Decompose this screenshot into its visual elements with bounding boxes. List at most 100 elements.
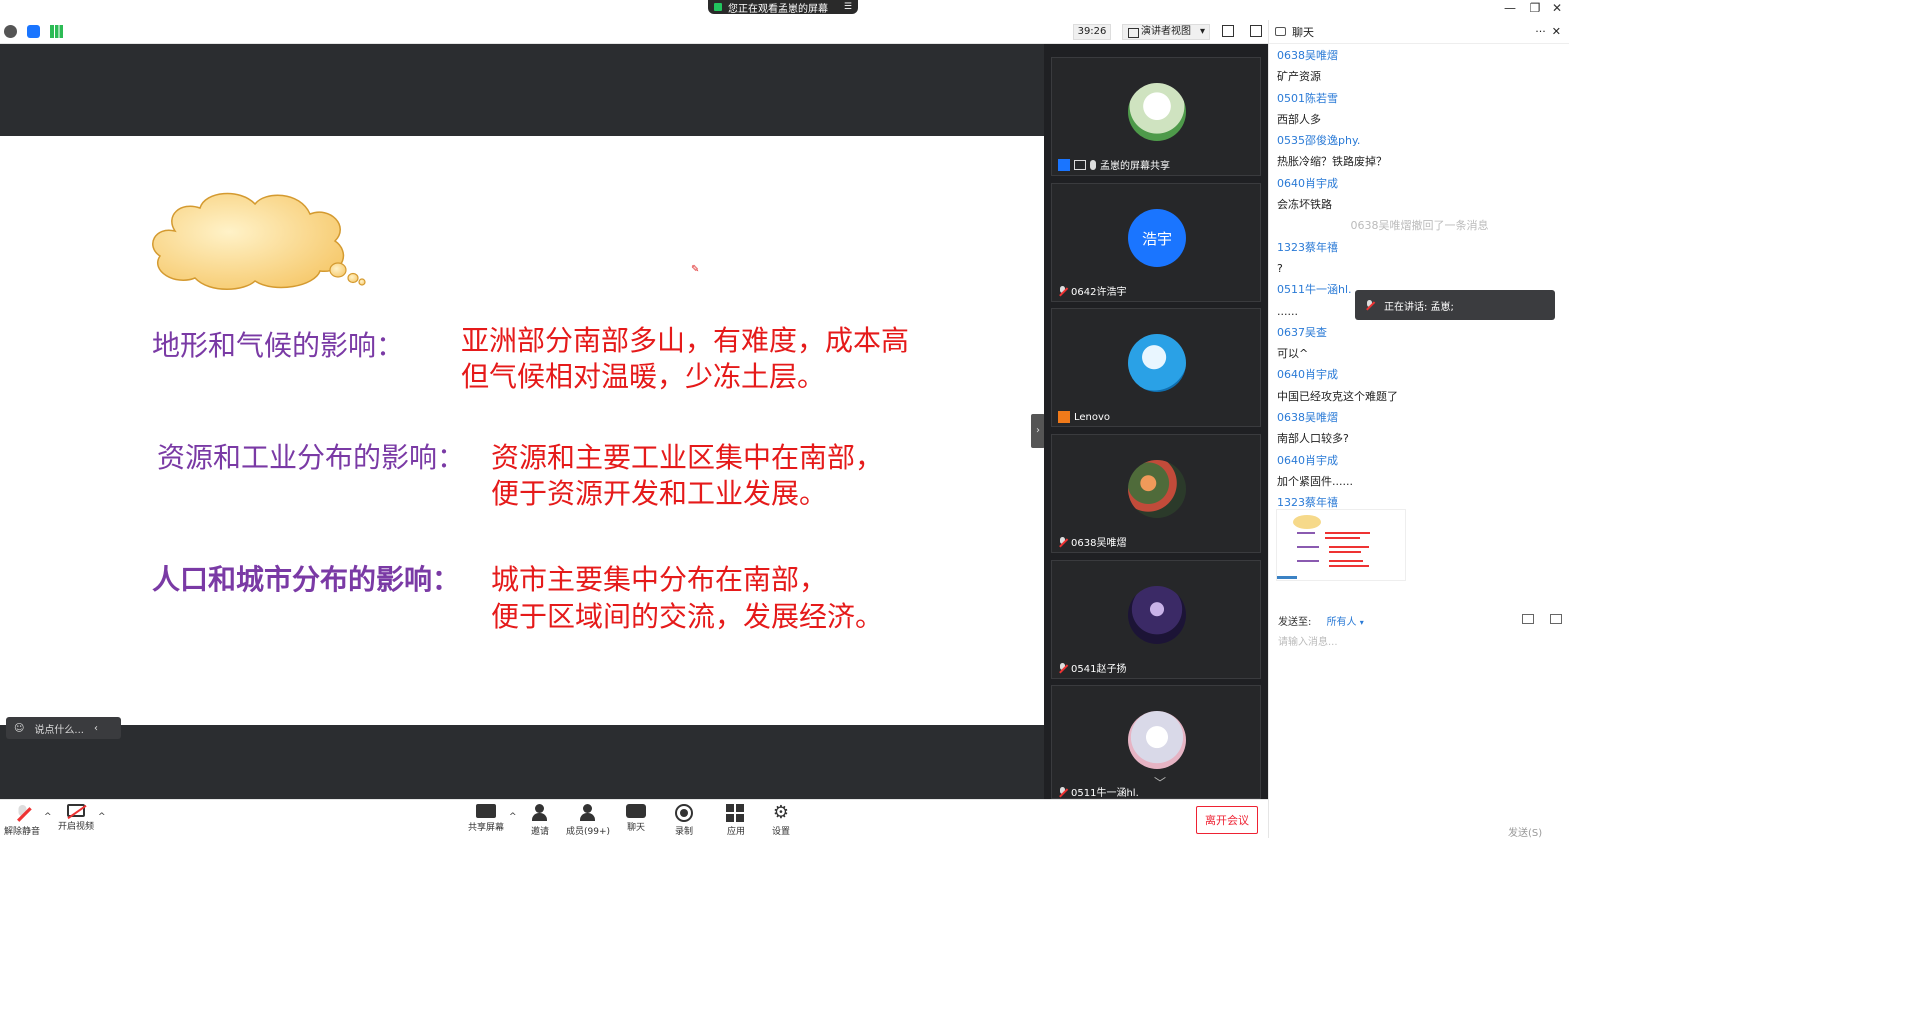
unmute-button[interactable]: 解除静音 (4, 804, 40, 837)
tile-label: 0642许浩宇 (1058, 283, 1126, 298)
invite-button[interactable]: 邀请 (530, 804, 550, 837)
chat-button[interactable]: 聊天 (626, 804, 646, 833)
members-label: 成员(99+) (566, 827, 611, 837)
chat-message-text: 矿产资源 (1277, 70, 1321, 84)
presentation-slide: ✎ 地形和气候的影响： 亚洲部分南部多山，有难度，成本高 但气候相对温暖，少冻土… (0, 136, 1044, 725)
chevron-down-icon[interactable]: ▾ (1360, 618, 1364, 627)
members-icon (578, 804, 598, 822)
video-tile[interactable]: 0638吴唯熠 (1051, 434, 1261, 553)
row1-line2: 但气候相对温暖，少冻土层。 (461, 360, 826, 393)
restore-button[interactable]: ❐ (1524, 0, 1546, 16)
send-button[interactable]: 发送(S) (1508, 824, 1542, 839)
more-options-icon[interactable]: ··· (1535, 25, 1546, 38)
scroll-down-icon[interactable]: ﹀ (1154, 774, 1166, 791)
start-video-button[interactable]: 开启视频 (58, 804, 94, 832)
apps-grid-icon (726, 804, 746, 822)
screenshot-icon[interactable] (1550, 614, 1562, 624)
audio-options-caret[interactable]: ^ (44, 812, 52, 822)
screen-share-icon (1074, 159, 1086, 170)
meeting-toolbar: 39:26 演讲者视图 ▾ (0, 20, 1268, 44)
fullscreen-icon[interactable] (1222, 25, 1234, 37)
row2-line2: 便于资源开发和工业发展。 (491, 477, 828, 510)
chat-sender-name[interactable]: 1323蔡年禧 (1277, 237, 1562, 258)
row1-line1: 亚洲部分南部多山，有难度，成本高 (461, 324, 910, 357)
video-tile[interactable]: 浩宇 0642许浩宇 (1051, 183, 1261, 302)
security-shield-icon[interactable] (27, 25, 40, 38)
avatar (1128, 83, 1186, 141)
start-video-label: 开启视频 (58, 822, 95, 832)
meeting-timer: 39:26 (1073, 24, 1111, 40)
shared-screen-area: ✎ 地形和气候的影响： 亚洲部分南部多山，有难度，成本高 但气候相对温暖，少冻土… (0, 44, 1044, 799)
mic-muted-icon (1058, 285, 1067, 296)
video-off-icon (67, 804, 87, 820)
chat-message-text: 热胀冷缩？铁路废掉？ (1277, 155, 1387, 169)
speaking-indicator: 正在讲话: 孟崽; (1355, 290, 1555, 320)
row3-line1: 城市主要集中分布在南部， (491, 563, 828, 596)
avatar: 浩宇 (1128, 209, 1186, 267)
share-screen-button[interactable]: 共享屏幕 (468, 804, 504, 833)
recipient-dropdown[interactable]: 所有人 (1327, 617, 1357, 628)
send-to-label: 发送至: (1278, 617, 1312, 628)
video-tile[interactable]: ﹀ 0511牛一涵hl. (1051, 685, 1261, 799)
video-tile[interactable]: Lenovo (1051, 308, 1261, 427)
close-chat-icon[interactable]: ✕ (1552, 25, 1561, 38)
chat-image-thumbnail[interactable] (1276, 509, 1406, 581)
speaking-text: 正在讲话: 孟崽; (1384, 301, 1454, 313)
tile-label: 0541赵子扬 (1058, 660, 1126, 675)
mic-muted-icon (1058, 536, 1067, 547)
leave-meeting-button[interactable]: 离开会议 (1196, 806, 1258, 834)
video-tile[interactable]: 孟崽的屏幕共享 (1051, 57, 1261, 176)
chat-sender-name[interactable]: 0637吴查 (1277, 322, 1562, 343)
chat-bubble-icon (626, 804, 646, 818)
participant-name: 孟崽的屏幕共享 (1100, 161, 1170, 172)
avatar (1128, 711, 1186, 769)
close-window-button[interactable]: ✕ (1546, 0, 1568, 16)
unmute-label: 解除静音 (4, 827, 41, 837)
thought-cloud-shape (152, 192, 366, 290)
screen-share-banner[interactable]: 您正在观看孟崽的屏幕 ☰ (708, 0, 858, 15)
chat-message-text: 南部人口较多? (1277, 432, 1349, 446)
avatar (1128, 586, 1186, 644)
gallery-collapse-handle[interactable]: › (1031, 414, 1045, 448)
mic-muted-icon (1058, 662, 1067, 673)
chat-sender-name[interactable]: 0640肖宇成 (1277, 364, 1562, 385)
banner-menu-icon[interactable]: ☰ (844, 2, 852, 12)
chat-label: 聊天 (626, 823, 645, 833)
chat-system-notice: 0638吴唯熠撤回了一条消息 (1350, 219, 1489, 233)
pen-cursor-icon: ✎ (691, 264, 700, 275)
video-tile[interactable]: 0541赵子扬 (1051, 560, 1261, 679)
settings-button[interactable]: ⚙ 设置 (771, 804, 791, 838)
row2-line1: 资源和主要工业区集中在南部， (491, 441, 884, 474)
chat-sender-name[interactable]: 0638吴唯熠 (1277, 45, 1562, 66)
chat-sender-name[interactable]: 0501陈若雪 (1277, 88, 1562, 109)
chat-input[interactable]: 请输入消息... (1278, 633, 1338, 648)
mic-icon (1365, 300, 1374, 310)
chat-sender-name[interactable]: 0640肖宇成 (1277, 173, 1562, 194)
participant-name: 0511牛一涵hl. (1071, 788, 1139, 799)
sidebar-toggle-icon[interactable] (1250, 25, 1262, 37)
info-icon[interactable] (4, 25, 17, 38)
collapse-arrow-icon[interactable]: ‹ (94, 723, 98, 734)
video-options-caret[interactable]: ^ (98, 812, 106, 822)
avatar (1128, 334, 1186, 392)
participant-name: 0642许浩宇 (1071, 287, 1127, 298)
apps-button[interactable]: 应用 (726, 804, 746, 837)
file-icon[interactable] (1522, 614, 1534, 624)
row3-label: 人口和城市分布的影响： (152, 563, 461, 596)
minimize-button[interactable]: — (1499, 0, 1521, 16)
record-button[interactable]: 录制 (675, 804, 693, 837)
reaction-input-bar[interactable]: ☺ 说点什么... ‹ (6, 717, 121, 739)
settings-label: 设置 (771, 827, 790, 837)
mic-icon (1090, 159, 1096, 170)
chat-sender-name[interactable]: 0638吴唯熠 (1277, 407, 1562, 428)
signal-strength-icon[interactable] (50, 25, 63, 38)
slide-preview-image (1277, 515, 1370, 579)
row2-label: 资源和工业分布的影响： (157, 441, 466, 474)
members-button[interactable]: 成员(99+) (566, 804, 610, 837)
share-options-caret[interactable]: ^ (509, 812, 517, 822)
emoji-icon[interactable]: ☺ (14, 723, 24, 734)
chat-sender-name[interactable]: 0535邵俊逸phy. (1277, 130, 1562, 151)
mic-muted-icon (1058, 786, 1067, 797)
view-mode-dropdown[interactable]: 演讲者视图 ▾ (1122, 24, 1210, 40)
chat-sender-name[interactable]: 0640肖宇成 (1277, 450, 1562, 471)
